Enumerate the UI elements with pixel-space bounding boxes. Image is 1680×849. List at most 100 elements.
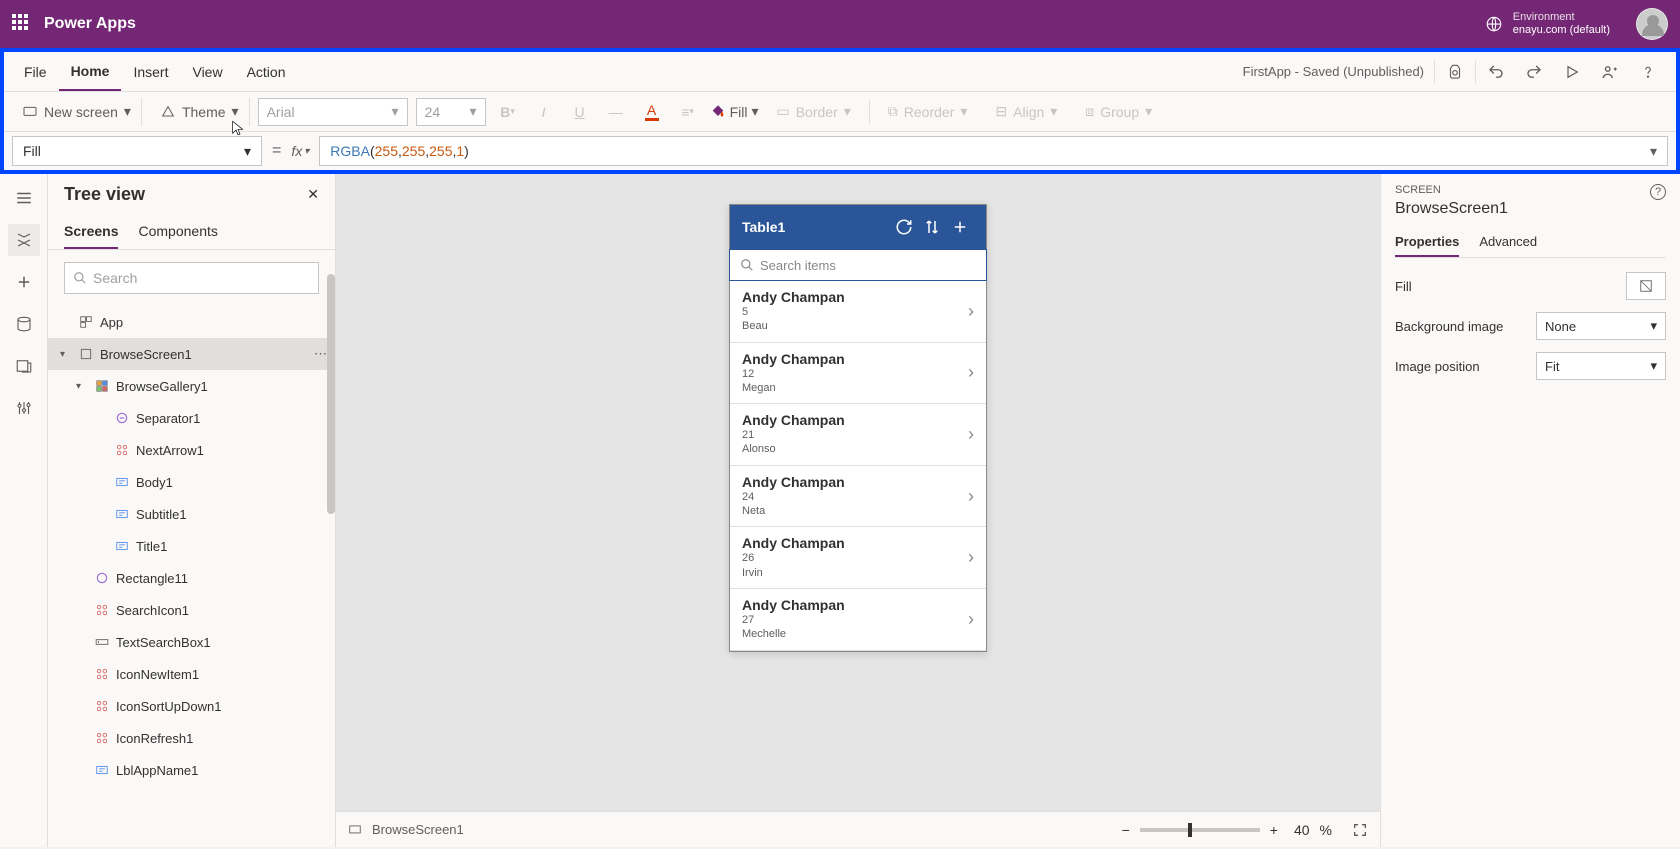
footer-screen-name: BrowseScreen1 xyxy=(372,822,464,837)
group-button[interactable]: ⧈Group▾ xyxy=(1075,98,1162,126)
menu-file[interactable]: File xyxy=(12,52,59,91)
tree-node[interactable]: ▾BrowseScreen1⋯ xyxy=(48,338,335,370)
fx-icon[interactable]: fx▾ xyxy=(291,143,309,159)
tree-node[interactable]: SearchIcon1 xyxy=(48,594,335,626)
tree-node[interactable]: LblAppName1 xyxy=(48,754,335,786)
fill-button[interactable]: Fill▾ xyxy=(710,103,759,120)
formula-bar: Fill▾ = fx▾ RGBA(255, 255, 255, 1) ▾ xyxy=(4,132,1676,170)
group-label: Group xyxy=(1100,104,1139,120)
tree-node[interactable]: ▾BrowseGallery1 xyxy=(48,370,335,402)
expand-icon[interactable]: ▾ xyxy=(60,349,72,360)
reorder-button[interactable]: ⧉Reorder▾ xyxy=(878,98,978,126)
tree-node[interactable]: Title1 xyxy=(48,530,335,562)
tree-node[interactable]: IconNewItem1 xyxy=(48,658,335,690)
tree-node[interactable]: Subtitle1 xyxy=(48,498,335,530)
align-objects-button[interactable]: ⊟Align▾ xyxy=(985,98,1067,126)
tab-screens[interactable]: Screens xyxy=(64,215,118,249)
properties-panel: ? SCREEN BrowseScreen1 Properties Advanc… xyxy=(1380,174,1680,847)
list-item[interactable]: Andy Champan27Mechelle› xyxy=(730,589,986,651)
italic-icon[interactable]: I xyxy=(530,98,558,126)
border-button[interactable]: ▭Border▾ xyxy=(766,98,860,126)
add-icon[interactable] xyxy=(946,213,974,241)
undo-icon[interactable] xyxy=(1480,56,1512,88)
zoom-out-icon[interactable]: − xyxy=(1122,822,1130,838)
font-size-select[interactable]: 24▾ xyxy=(416,98,486,126)
tree-node[interactable]: TextSearchBox1 xyxy=(48,626,335,658)
close-icon[interactable]: ✕ xyxy=(307,186,319,203)
underline-icon[interactable]: U xyxy=(566,98,594,126)
item-title: Andy Champan xyxy=(742,289,968,305)
node-icon xyxy=(114,506,130,522)
node-icon xyxy=(94,634,110,650)
advanced-tools-icon[interactable] xyxy=(8,392,40,424)
canvas-inner[interactable]: Table1 Search items Andy Champan5Beau›An… xyxy=(336,174,1380,811)
font-select[interactable]: Arial▾ xyxy=(258,98,408,126)
text-color-icon[interactable]: A xyxy=(638,98,666,126)
tree-node[interactable]: IconRefresh1 xyxy=(48,722,335,754)
insert-icon[interactable] xyxy=(8,266,40,298)
format-toolbar: New screen ▾ Theme ▾ Arial▾ 24▾ B▾ I U —… xyxy=(4,92,1676,132)
zoom-slider[interactable] xyxy=(1140,828,1260,832)
hamburger-icon[interactable] xyxy=(8,182,40,214)
props-object-name: BrowseScreen1 xyxy=(1395,200,1666,218)
menu-home[interactable]: Home xyxy=(59,52,122,91)
tree-node[interactable]: App xyxy=(48,306,335,338)
new-screen-button[interactable]: New screen ▾ xyxy=(12,98,142,126)
tree-node[interactable]: Rectangle11 xyxy=(48,562,335,594)
list-item[interactable]: Andy Champan21Alonso› xyxy=(730,404,986,466)
list-item[interactable]: Andy Champan26Irvin› xyxy=(730,527,986,589)
redo-icon[interactable] xyxy=(1518,56,1550,88)
more-icon[interactable]: ⋯ xyxy=(314,346,327,362)
help-icon[interactable] xyxy=(1632,56,1664,88)
property-select[interactable]: Fill▾ xyxy=(12,136,262,166)
refresh-icon[interactable] xyxy=(890,213,918,241)
node-icon xyxy=(94,730,110,746)
tree-search-input[interactable]: Search xyxy=(64,262,319,294)
media-icon[interactable] xyxy=(8,350,40,382)
list-item[interactable]: Andy Champan5Beau› xyxy=(730,281,986,343)
menu-insert[interactable]: Insert xyxy=(121,52,180,91)
help-icon[interactable]: ? xyxy=(1650,184,1666,200)
user-avatar[interactable] xyxy=(1636,8,1668,40)
tree-node[interactable]: Body1 xyxy=(48,466,335,498)
environment-block[interactable]: Environment enayu.com (default) xyxy=(1485,8,1668,40)
chevron-down-icon: ▾ xyxy=(1650,358,1657,374)
tree-node[interactable]: IconSortUpDown1 xyxy=(48,690,335,722)
align-icon[interactable]: ≡▾ xyxy=(674,98,702,126)
sort-icon[interactable] xyxy=(918,213,946,241)
share-icon[interactable] xyxy=(1594,56,1626,88)
menu-action[interactable]: Action xyxy=(235,52,298,91)
menu-view[interactable]: View xyxy=(180,52,234,91)
chevron-down-icon[interactable]: ▾ xyxy=(1650,143,1657,160)
scrollbar[interactable] xyxy=(327,274,335,514)
formula-input[interactable]: RGBA(255, 255, 255, 1) ▾ xyxy=(319,136,1668,166)
prop-fill-color[interactable] xyxy=(1626,272,1666,300)
list-item[interactable]: Andy Champan12Megan› xyxy=(730,343,986,405)
zoom-in-icon[interactable]: + xyxy=(1270,822,1278,838)
expand-icon[interactable]: ▾ xyxy=(76,381,88,392)
node-label: SearchIcon1 xyxy=(116,603,189,618)
tab-advanced[interactable]: Advanced xyxy=(1479,228,1537,257)
data-icon[interactable] xyxy=(8,308,40,340)
font-size: 24 xyxy=(425,104,441,120)
prop-imgpos-select[interactable]: Fit▾ xyxy=(1536,352,1666,380)
chevron-right-icon: › xyxy=(968,424,974,445)
main-area: Tree view ✕ Screens Components Search Ap… xyxy=(0,174,1680,847)
chevron-down-icon: ▾ xyxy=(244,143,251,160)
app-checker-icon[interactable] xyxy=(1439,56,1471,88)
tree-view-icon[interactable] xyxy=(8,224,40,256)
phone-search[interactable]: Search items xyxy=(729,249,987,281)
tree-node[interactable]: NextArrow1 xyxy=(48,434,335,466)
waffle-icon[interactable] xyxy=(12,14,32,34)
fullscreen-icon[interactable] xyxy=(1352,822,1368,838)
list-item[interactable]: Andy Champan24Neta› xyxy=(730,466,986,528)
play-icon[interactable] xyxy=(1556,56,1588,88)
phone-title: Table1 xyxy=(742,219,890,235)
tab-components[interactable]: Components xyxy=(138,215,217,249)
theme-button[interactable]: Theme ▾ xyxy=(150,98,250,126)
bold-icon[interactable]: B▾ xyxy=(494,98,522,126)
strike-icon[interactable]: — xyxy=(602,98,630,126)
tree-node[interactable]: Separator1 xyxy=(48,402,335,434)
tab-properties[interactable]: Properties xyxy=(1395,228,1459,257)
prop-bgimage-select[interactable]: None▾ xyxy=(1536,312,1666,340)
